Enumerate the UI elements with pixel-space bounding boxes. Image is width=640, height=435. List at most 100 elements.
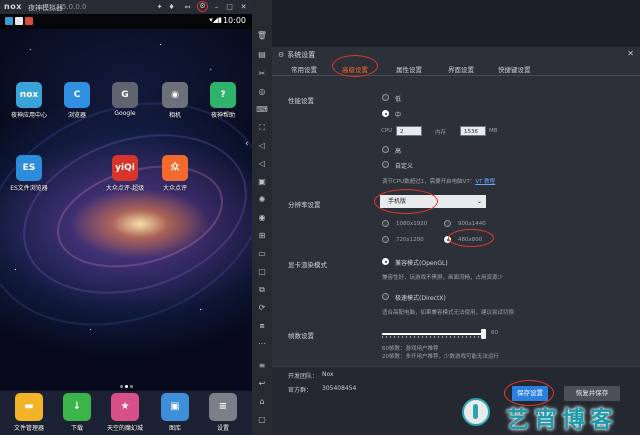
dev-team-value: Nox: [322, 371, 334, 378]
multi-instance-icon[interactable]: ⧉: [256, 284, 268, 295]
dock-download[interactable]: ↓ 下载: [52, 393, 102, 432]
keyboard-icon[interactable]: ✦: [155, 2, 164, 12]
copy-icon[interactable]: ⧈: [256, 320, 268, 331]
render-mode-label: 显卡渲染模式: [288, 261, 327, 269]
maximize-icon[interactable]: □: [225, 2, 234, 12]
cpu-label: CPU: [381, 128, 393, 134]
fullscreen-icon[interactable]: ⛶: [256, 122, 268, 133]
system-settings-gear-icon[interactable]: ⚙: [197, 1, 208, 12]
notification-app-icon-2: [15, 17, 23, 25]
notification-icon[interactable]: ♦: [167, 2, 176, 12]
app-label: 下载: [70, 425, 83, 432]
res-900-label: 900x1440: [458, 221, 486, 227]
watermark-logo-icon: [462, 398, 490, 426]
minimize-icon[interactable]: –: [212, 2, 221, 12]
perf-custom-radio[interactable]: [382, 161, 389, 168]
app-browser[interactable]: C 浏览器: [52, 82, 102, 119]
settings-title-text: 系统设置: [287, 51, 316, 59]
collapse-chevron-icon[interactable]: ‹: [245, 137, 252, 151]
scissors-icon[interactable]: ✂: [256, 68, 268, 79]
app-google-folder[interactable]: G Google: [100, 82, 150, 117]
app-nox-app-center[interactable]: nox 夜神应用中心: [4, 82, 54, 119]
home-icon[interactable]: ⌂: [256, 396, 268, 407]
memory-input[interactable]: 1536: [460, 126, 486, 136]
volume-up-icon[interactable]: ◁: [256, 140, 268, 151]
perf-low-radio[interactable]: [382, 94, 389, 101]
perf-mid-radio[interactable]: [382, 110, 389, 117]
app-label: 大众点评: [162, 185, 187, 192]
more-icon[interactable]: ⋯: [256, 338, 268, 349]
vt-hint: 调节CPU数超过1，需要开启电脑VT：VT 教程: [382, 177, 495, 185]
fps-slider[interactable]: [382, 329, 486, 339]
res-720-radio[interactable]: [382, 236, 389, 243]
install-apk-icon[interactable]: ⊞: [256, 230, 268, 241]
app-label: ES文件浏览器: [10, 185, 48, 192]
keyboard-icon[interactable]: ⌨: [256, 104, 268, 115]
blog-watermark: 艺宵博客: [454, 392, 640, 435]
dock-settings[interactable]: ≡ 设置: [198, 393, 248, 432]
memory-label: 内存: [435, 130, 447, 136]
app-nox-help[interactable]: ? 夜神帮助: [198, 82, 248, 119]
notification-app-icon-3: [25, 17, 33, 25]
home-page-indicator: [0, 373, 252, 391]
perf-mid-label: 中: [395, 112, 402, 119]
app-es-file-explorer[interactable]: ES ES文件浏览器: [4, 155, 54, 192]
cpu-input[interactable]: 2: [396, 126, 422, 136]
trash-icon[interactable]: 🗑: [256, 30, 268, 41]
app-dianping[interactable]: 众大众点评: [150, 155, 200, 192]
settings-icon: ≡: [209, 393, 237, 421]
record-icon[interactable]: ◉: [256, 212, 268, 223]
tab-interface[interactable]: 界面设置: [448, 64, 474, 74]
render-compat-radio[interactable]: [382, 258, 389, 265]
res-1080-label: 1080x1920: [396, 221, 428, 227]
shake-icon[interactable]: ✺: [256, 194, 268, 205]
perf-high-radio[interactable]: [382, 146, 389, 153]
res-900-radio[interactable]: [444, 220, 451, 227]
performance-label: 性能设置: [288, 97, 314, 105]
page-dot[interactable]: [119, 385, 123, 388]
app-label: 相机: [168, 112, 181, 119]
camera-icon: ◉: [162, 82, 188, 108]
vt-tutorial-link[interactable]: VT 教程: [475, 179, 495, 185]
tab-common[interactable]: 常用设置: [291, 64, 317, 74]
app-camera[interactable]: ◉ 相机: [150, 82, 200, 119]
tab-properties[interactable]: 属性设置: [396, 64, 422, 74]
settings-tabs: 常用设置 高级设置 属性设置 界面设置 快捷键设置: [272, 62, 640, 76]
tab-shortcuts[interactable]: 快捷键设置: [498, 64, 531, 74]
app-icon[interactable]: ▤: [256, 49, 268, 60]
app-label: 大众点评-超级: [105, 185, 145, 192]
wifi-signal-icon: ▾◢▮: [209, 16, 222, 24]
location-icon[interactable]: ◎: [256, 86, 268, 97]
dock-game[interactable]: ★ 天空的魔幻城: [100, 393, 150, 432]
dock-gallery[interactable]: ▣ 图库: [150, 393, 200, 432]
back-icon[interactable]: ↩: [256, 378, 268, 389]
recent-apps-icon[interactable]: ▢: [256, 414, 268, 425]
watermark-text: 艺宵博客: [506, 406, 618, 433]
fps-value: 60: [491, 330, 498, 336]
android-home-screen: nox 夜神应用中心 C 浏览器 G Google ◉ 相机 ? 夜神帮助 ES ES文件浏览器 yiQ…: [0, 29, 252, 391]
rotate-icon[interactable]: ⟳: [256, 302, 268, 313]
dev-team-label: 开发团队：: [288, 373, 319, 380]
menu-icon[interactable]: ≡: [256, 360, 268, 371]
page-dot[interactable]: [129, 385, 133, 388]
download-icon: ↓: [63, 393, 91, 421]
screenshot-icon[interactable]: ▣: [256, 176, 268, 187]
pin-icon[interactable]: ↤: [183, 2, 192, 12]
render-speed-radio[interactable]: [382, 293, 389, 300]
macro-icon[interactable]: ▢: [256, 266, 268, 277]
app-label: 文件管理器: [13, 425, 44, 432]
dock-file-manager[interactable]: ▬ 文件管理器: [4, 393, 54, 432]
app-label: 图库: [168, 425, 181, 432]
emulator-name: 夜神模拟器: [28, 4, 63, 12]
app-dianping-super[interactable]: yiQi 大众点评-超级: [100, 155, 150, 192]
settings-title: ⚙ 系统设置: [278, 50, 315, 60]
page-dot-active[interactable]: [124, 385, 128, 388]
close-icon[interactable]: ✕: [239, 2, 248, 12]
settings-close-icon[interactable]: ✕: [627, 49, 634, 58]
fps-slider-thumb[interactable]: [481, 329, 486, 339]
android-dock: ▬ 文件管理器 ↓ 下载 ★ 天空的魔幻城 ▣ 图库 ≡ 设置: [0, 391, 252, 435]
folder-icon[interactable]: ▭: [256, 248, 268, 259]
memory-unit: MB: [489, 128, 498, 134]
res-1080-radio[interactable]: [382, 220, 389, 227]
volume-down-icon[interactable]: ◁: [256, 158, 268, 169]
